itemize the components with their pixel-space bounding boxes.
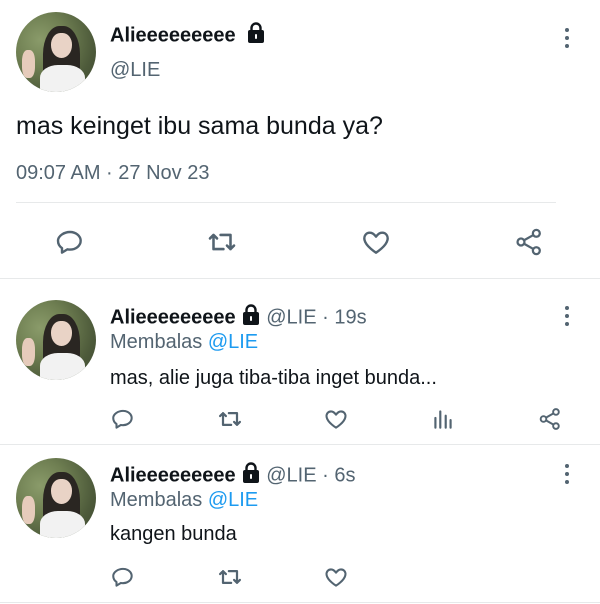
retweet-icon xyxy=(218,412,242,426)
views-icon xyxy=(434,410,452,429)
lock-icon xyxy=(241,304,261,332)
replying-prefix: Membalas xyxy=(110,331,203,353)
more-options-icon[interactable] xyxy=(564,28,570,52)
lock-icon xyxy=(241,462,261,490)
display-name[interactable]: Alieeeeeeeee xyxy=(110,306,236,328)
more-options-icon[interactable] xyxy=(564,464,570,488)
share-icon xyxy=(539,408,560,430)
like-button[interactable] xyxy=(321,404,351,434)
like-button[interactable] xyxy=(321,562,351,592)
tweet-text: mas keinget ibu sama bunda ya? xyxy=(16,112,383,140)
display-name[interactable]: Alieeeeeeeee xyxy=(110,24,236,46)
like-icon xyxy=(325,410,347,429)
divider xyxy=(0,278,600,279)
display-name[interactable]: Alieeeeeeeee xyxy=(110,464,236,486)
time-ago[interactable]: · 19s xyxy=(322,306,366,328)
divider xyxy=(0,602,600,603)
more-options-icon[interactable] xyxy=(564,306,570,330)
divider xyxy=(16,202,556,203)
avatar[interactable] xyxy=(16,300,96,380)
reply-icon xyxy=(56,230,82,254)
retweet-button[interactable] xyxy=(202,222,242,262)
replying-prefix: Membalas xyxy=(110,489,203,511)
retweet-button[interactable] xyxy=(215,562,245,592)
replying-to-link[interactable]: @LIE xyxy=(208,489,258,511)
avatar[interactable] xyxy=(16,458,96,538)
avatar[interactable] xyxy=(16,12,96,92)
replying-to-link[interactable]: @LIE xyxy=(208,331,258,353)
tweet-text: mas, alie juga tiba-tiba inget bunda... xyxy=(110,367,437,389)
like-icon xyxy=(325,568,347,587)
reply-icon xyxy=(112,567,133,587)
reply-icon xyxy=(112,409,133,429)
handle[interactable]: @LIE xyxy=(266,306,316,328)
tweet-text: kangen bunda xyxy=(110,523,237,545)
lock-icon xyxy=(246,22,266,50)
handle[interactable]: @LIE xyxy=(110,58,160,82)
share-button[interactable] xyxy=(509,222,549,262)
retweet-icon xyxy=(218,570,242,584)
handle[interactable]: @LIE xyxy=(266,464,316,486)
views-button[interactable] xyxy=(428,404,458,434)
share-icon xyxy=(516,228,541,256)
reply-button[interactable] xyxy=(108,404,138,434)
reply-button[interactable] xyxy=(108,562,138,592)
divider xyxy=(0,444,600,445)
like-button[interactable] xyxy=(356,222,396,262)
time-ago[interactable]: · 6s xyxy=(322,464,355,486)
like-icon xyxy=(363,231,389,254)
reply-button[interactable] xyxy=(50,222,90,262)
timestamp[interactable]: 09:07 AM · 27 Nov 23 xyxy=(16,160,209,186)
retweet-button[interactable] xyxy=(215,404,245,434)
share-button[interactable] xyxy=(535,404,565,434)
retweet-icon xyxy=(208,233,236,251)
